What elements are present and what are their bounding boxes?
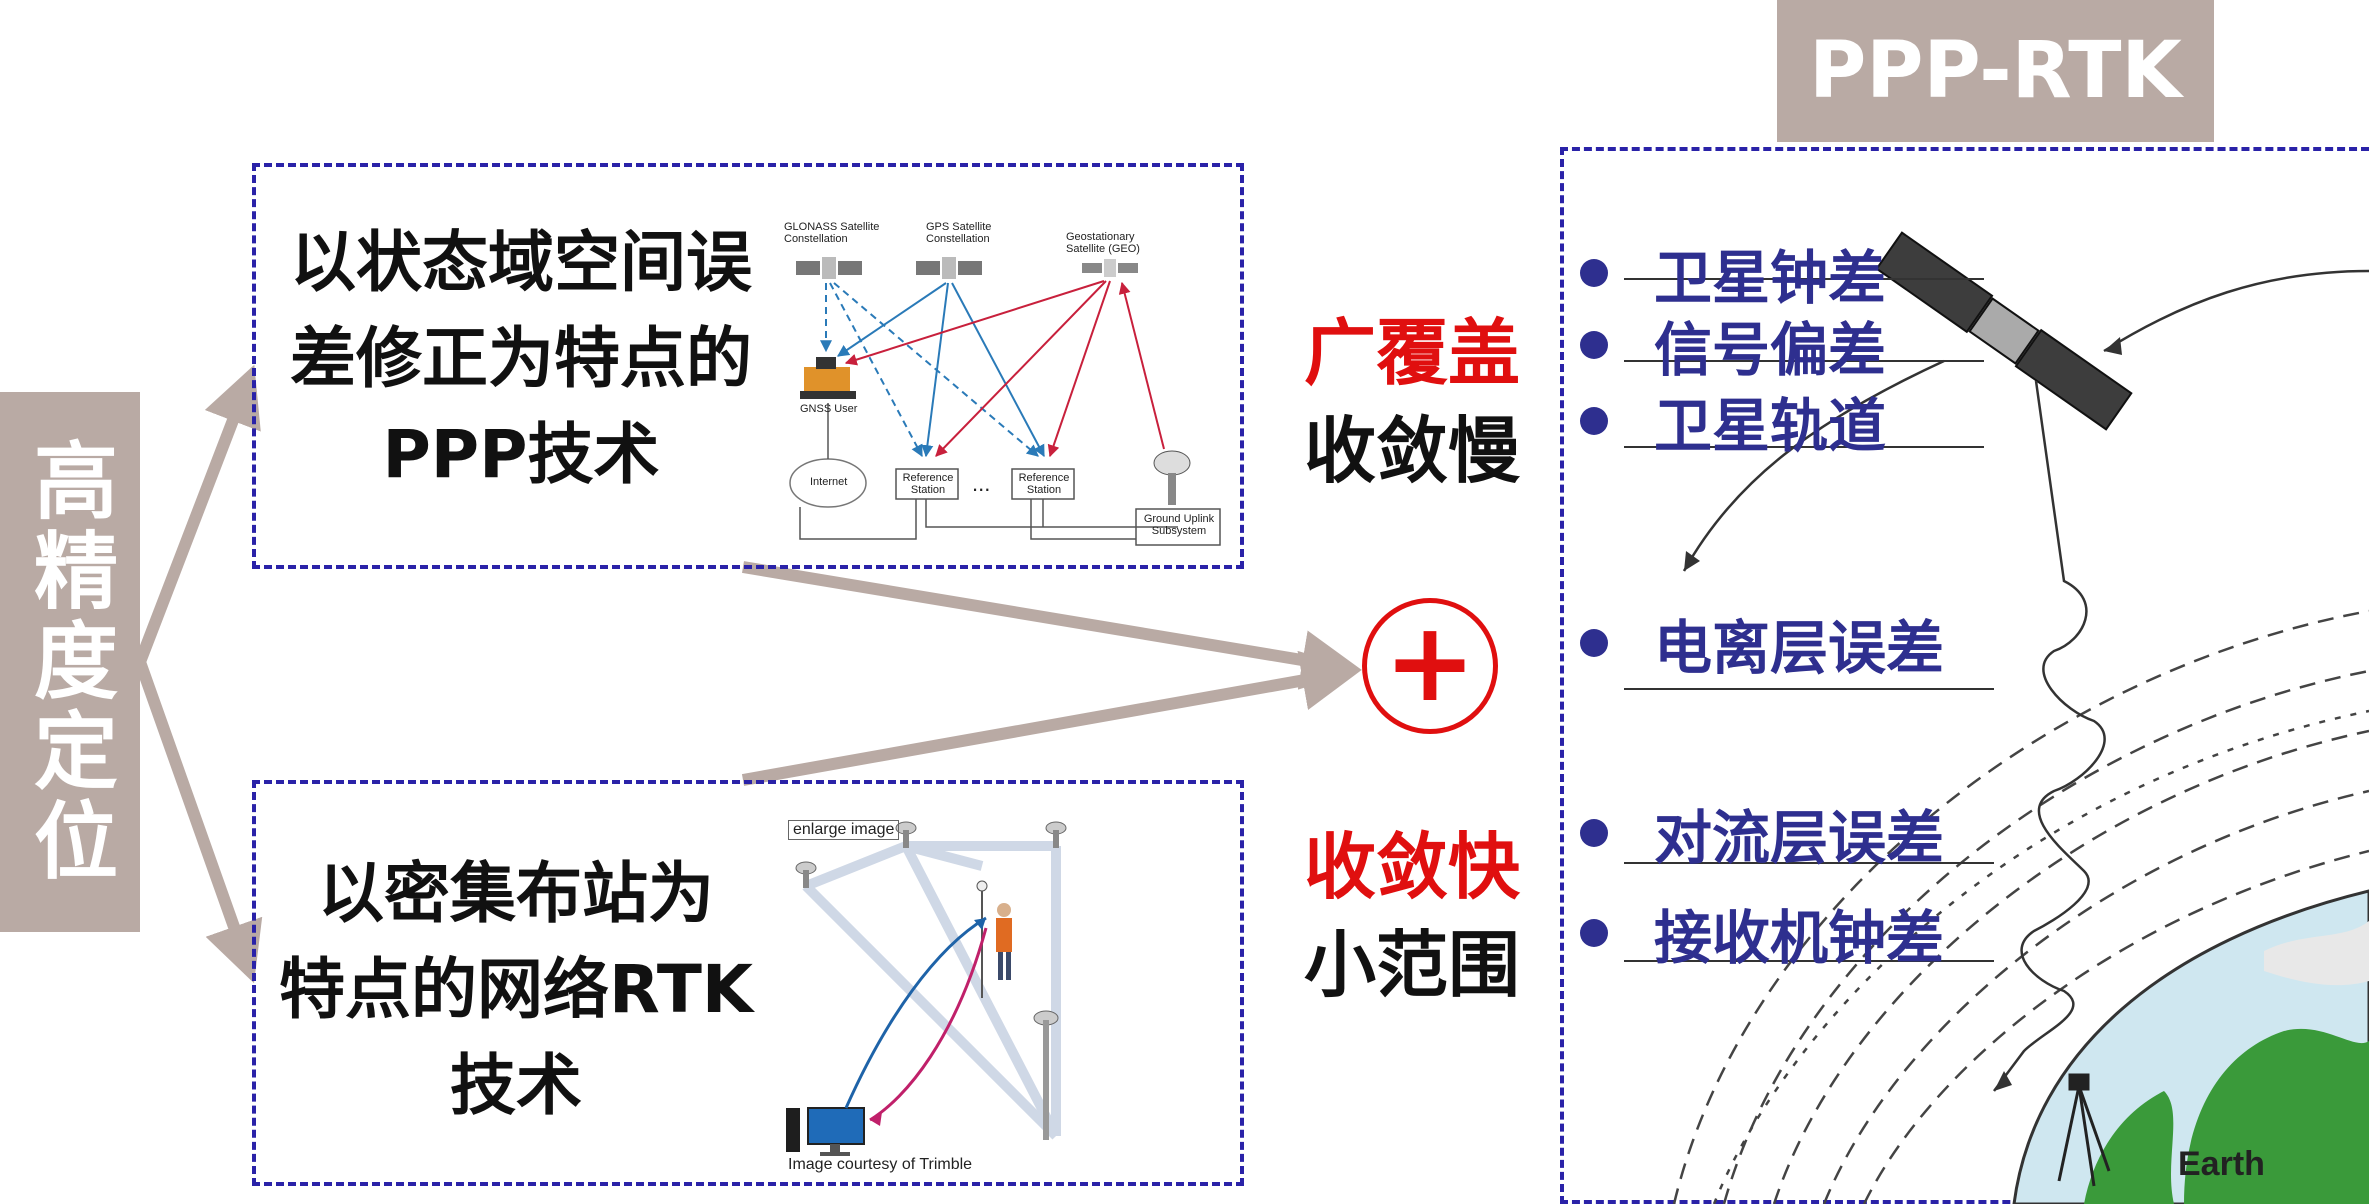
ground-uplink-label: Ground Uplink Subsystem <box>1143 513 1215 537</box>
computer-icon <box>786 1107 865 1156</box>
error-label-receiver-clock: 接收机钟差 <box>1654 904 1945 972</box>
ppp-description: 以状态域空间误 差修正为特点的 PPP技术 <box>266 215 776 503</box>
rtk-characteristics: 收敛快 小范围 <box>1304 818 1524 1014</box>
rtk-description: 以密集布站为 特点的网络RTK 技术 <box>256 846 776 1134</box>
error-item-troposphere: 对流层误差 <box>1580 791 1944 875</box>
reference-station-label-2: Reference Station <box>1018 472 1070 496</box>
error-label-signal-bias: 信号偏差 <box>1654 316 1887 384</box>
ppp-line-1: 以状态域空间误 <box>290 224 752 301</box>
rtk-line-1: 以密集布站为 <box>318 855 714 932</box>
bullet-dot-icon <box>1580 629 1608 657</box>
bullet-dot-icon <box>1580 331 1608 359</box>
rtk-line-2: 特点的网络RTK <box>278 951 754 1028</box>
glonass-label: GLONASS Satellite Constellation <box>784 221 880 245</box>
ppp-advantage: 广覆盖 <box>1304 311 1521 395</box>
ellipsis-label: ... <box>972 471 991 496</box>
arrow-to-rtk <box>134 659 263 984</box>
enlarge-image-link[interactable]: enlarge image <box>788 820 900 840</box>
uplink-dish-icon <box>1153 450 1191 505</box>
bullet-dot-icon <box>1580 259 1608 287</box>
rtk-network-diagram: enlarge image Image courtesy of Trimble <box>786 808 1226 1178</box>
rtk-box: 以密集布站为 特点的网络RTK 技术 enlarge image Image c… <box>252 780 1244 1186</box>
geo-label: Geostationary Satellite (GEO) <box>1066 231 1140 255</box>
satellite-icon <box>1875 231 2133 431</box>
internet-label: Internet <box>810 476 848 488</box>
ppp-rtk-title: PPP-RTK <box>1777 0 2214 142</box>
ppp-rtk-title-text: PPP-RTK <box>1809 26 2182 116</box>
error-item-satellite-orbit: 卫星轨道 <box>1580 379 1886 463</box>
error-item-receiver-clock: 接收机钟差 <box>1580 891 1944 975</box>
side-label-text: 高精度定位 <box>20 437 119 887</box>
side-label-high-precision: 高精度定位 <box>0 392 140 932</box>
earth-label: Earth <box>2178 1145 2265 1183</box>
error-label-troposphere: 对流层误差 <box>1654 804 1945 872</box>
rtk-diagram-lines <box>786 821 1067 1156</box>
ppp-line-3: PPP技术 <box>382 416 660 493</box>
ppp-box: 以状态域空间误 差修正为特点的 PPP技术 GLONASS Satellite … <box>252 163 1244 569</box>
error-item-signal-bias: 信号偏差 <box>1580 303 1886 387</box>
bullet-dot-icon <box>1580 819 1608 847</box>
rtk-line-3: 技术 <box>450 1047 582 1124</box>
ppp-rtk-panel: 卫星钟差 信号偏差 卫星轨道 电离层误差 对流层误差 接收机钟差 Earth <box>1560 147 2369 1204</box>
arrow-ppp-to-plus <box>742 561 1362 690</box>
glonass-satellite-icon <box>796 257 862 279</box>
ppp-line-2: 差修正为特点的 <box>290 320 752 397</box>
rtk-advantage: 收敛快 <box>1304 825 1521 909</box>
image-courtesy-caption: Image courtesy of Trimble <box>788 1156 973 1173</box>
reference-station-label-1: Reference Station <box>902 472 954 496</box>
bullet-dot-icon <box>1580 407 1608 435</box>
error-item-ionosphere: 电离层误差 <box>1580 601 1944 685</box>
gps-label: GPS Satellite Constellation <box>926 221 992 245</box>
plus-circle-icon: + <box>1362 598 1498 734</box>
ppp-disadvantage: 收敛慢 <box>1304 409 1521 493</box>
gps-satellite-icon <box>916 257 982 279</box>
arrow-rtk-to-plus <box>741 650 1362 786</box>
bullet-dot-icon <box>1580 919 1608 947</box>
plus-symbol: + <box>1383 598 1477 726</box>
rtk-disadvantage: 小范围 <box>1304 923 1521 1007</box>
error-label-satellite-orbit: 卫星轨道 <box>1654 392 1887 460</box>
arrow-to-ppp <box>134 364 261 665</box>
ppp-characteristics: 广覆盖 收敛慢 <box>1304 304 1524 500</box>
geo-satellite-icon <box>1082 259 1138 277</box>
ppp-system-diagram: GLONASS Satellite Constellation GPS Sate… <box>776 191 1236 561</box>
error-label-ionosphere: 电离层误差 <box>1654 614 1945 682</box>
gnss-user-label: GNSS User <box>800 403 858 415</box>
